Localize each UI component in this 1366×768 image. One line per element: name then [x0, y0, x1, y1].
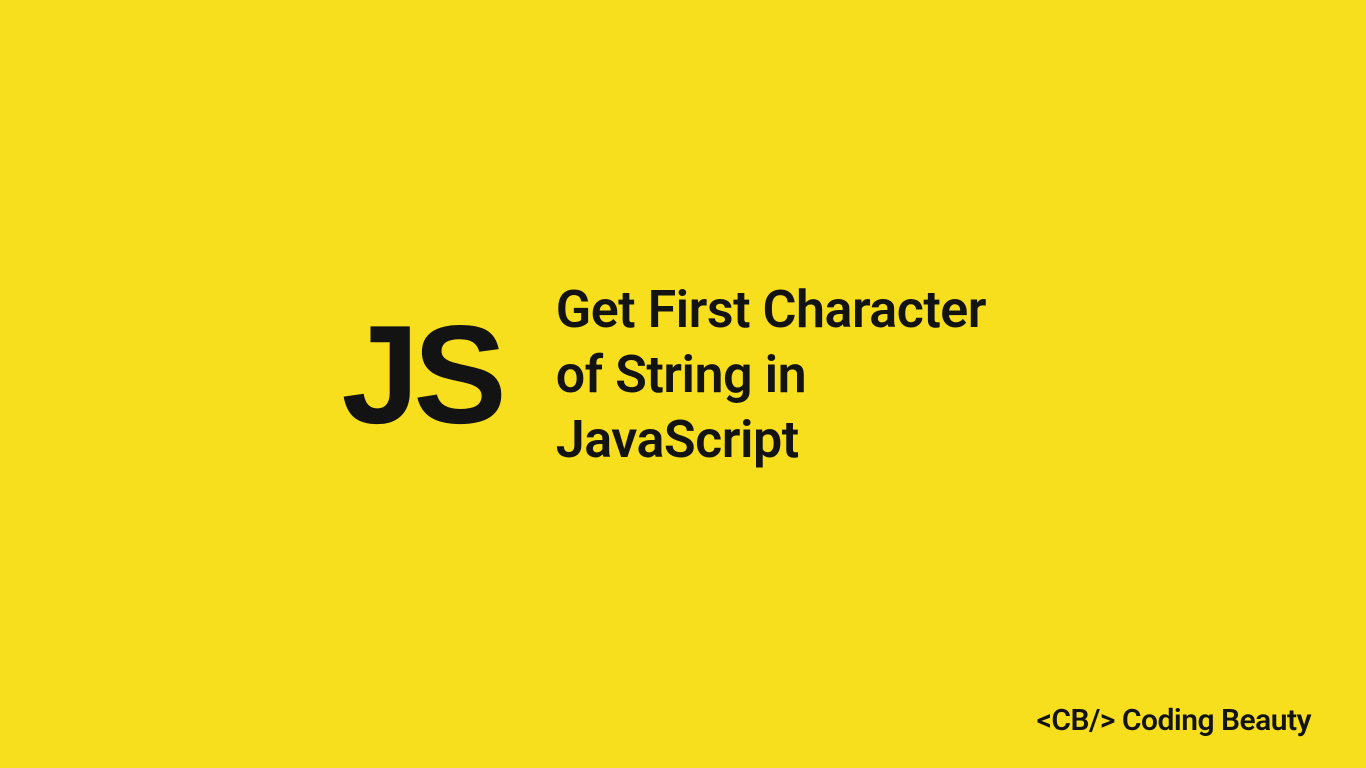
brand-signature: <CB/> Coding Beauty	[1037, 703, 1311, 738]
js-logo: JS	[342, 304, 501, 444]
main-content: JS Get First Character of String in Java…	[342, 277, 1025, 472]
article-title: Get First Character of String in JavaScr…	[556, 277, 1025, 472]
